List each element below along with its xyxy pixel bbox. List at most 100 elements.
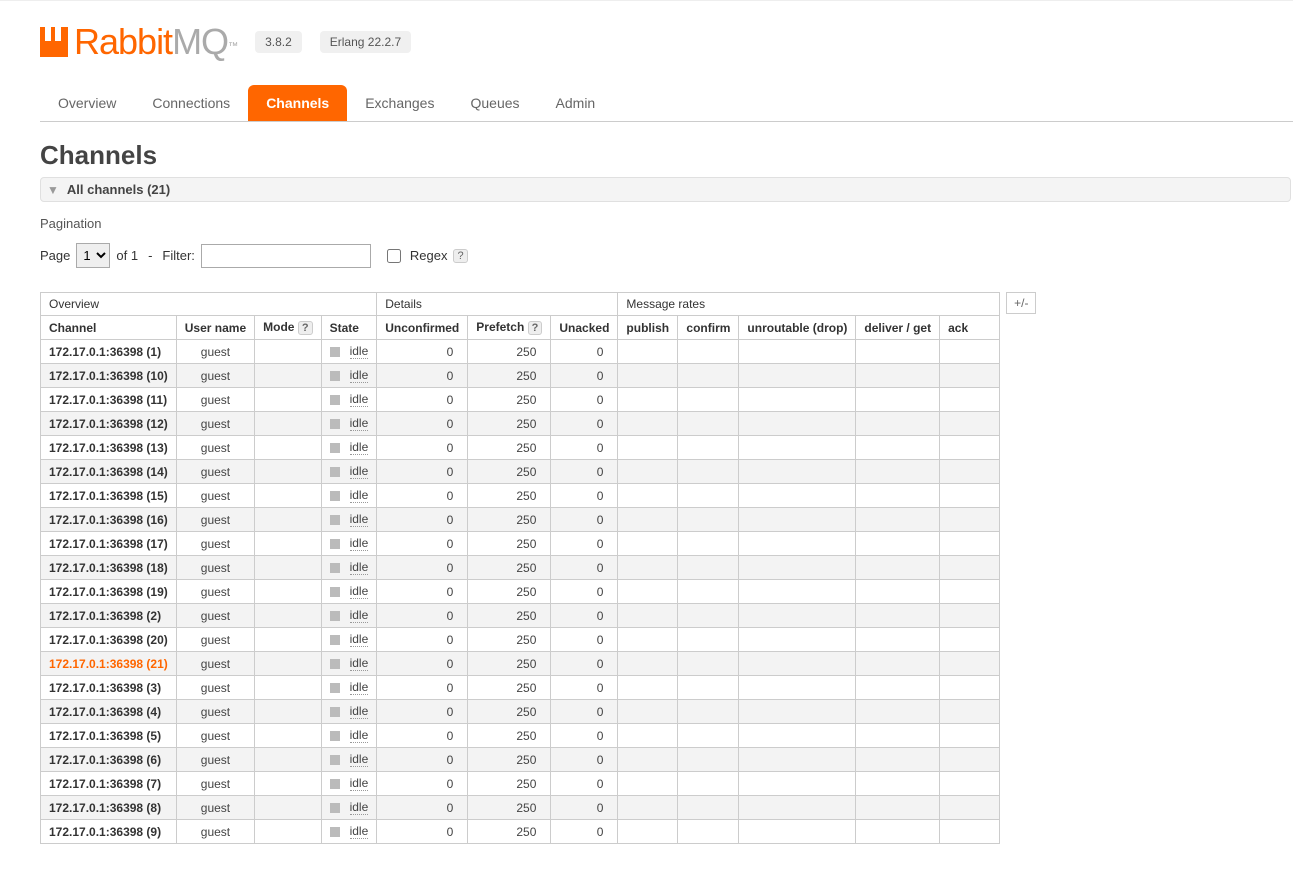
col-deliver-get[interactable]: deliver / get xyxy=(856,316,940,340)
cell-ack xyxy=(940,676,1000,700)
col-mode[interactable]: Mode ? xyxy=(255,316,321,340)
cell-mode xyxy=(255,436,321,460)
cell-unconfirmed: 0 xyxy=(377,460,468,484)
cell-unconfirmed: 0 xyxy=(377,388,468,412)
section-toggle-all-channels[interactable]: ▼ All channels (21) xyxy=(40,177,1291,202)
channel-link[interactable]: 172.17.0.1:36398 (18) xyxy=(49,561,168,575)
channel-link[interactable]: 172.17.0.1:36398 (1) xyxy=(49,345,161,359)
state-text: idle xyxy=(350,488,369,503)
cell-ack xyxy=(940,532,1000,556)
channel-link[interactable]: 172.17.0.1:36398 (17) xyxy=(49,537,168,551)
state-text: idle xyxy=(350,464,369,479)
channel-link[interactable]: 172.17.0.1:36398 (15) xyxy=(49,489,168,503)
channel-link[interactable]: 172.17.0.1:36398 (16) xyxy=(49,513,168,527)
tab-admin[interactable]: Admin xyxy=(538,85,614,121)
cell-deliver xyxy=(856,556,940,580)
logo[interactable]: RabbitMQ™ xyxy=(40,21,237,63)
cell-unacked: 0 xyxy=(551,724,618,748)
channel-link[interactable]: 172.17.0.1:36398 (8) xyxy=(49,801,161,815)
cell-publish xyxy=(618,532,678,556)
tab-exchanges[interactable]: Exchanges xyxy=(347,85,452,121)
cell-unacked: 0 xyxy=(551,796,618,820)
col-channel[interactable]: Channel xyxy=(41,316,177,340)
cell-ack xyxy=(940,748,1000,772)
tab-queues[interactable]: Queues xyxy=(452,85,537,121)
channel-link[interactable]: 172.17.0.1:36398 (9) xyxy=(49,825,161,839)
channel-link[interactable]: 172.17.0.1:36398 (3) xyxy=(49,681,161,695)
cell-publish xyxy=(618,340,678,364)
cell-unroutable xyxy=(739,676,856,700)
channel-link[interactable]: 172.17.0.1:36398 (12) xyxy=(49,417,168,431)
cell-publish xyxy=(618,748,678,772)
cell-ack xyxy=(940,460,1000,484)
col-state[interactable]: State xyxy=(321,316,377,340)
channel-link[interactable]: 172.17.0.1:36398 (5) xyxy=(49,729,161,743)
columns-toggle[interactable]: +/- xyxy=(1006,292,1036,314)
state-text: idle xyxy=(350,440,369,455)
page-select[interactable]: 1 xyxy=(76,243,110,268)
cell-publish xyxy=(618,724,678,748)
tab-connections[interactable]: Connections xyxy=(134,85,248,121)
col-publish[interactable]: publish xyxy=(618,316,678,340)
channel-link[interactable]: 172.17.0.1:36398 (20) xyxy=(49,633,168,647)
table-row: 172.17.0.1:36398 (16)guestidle02500 xyxy=(41,508,1000,532)
cell-unconfirmed: 0 xyxy=(377,628,468,652)
channel-link[interactable]: 172.17.0.1:36398 (6) xyxy=(49,753,161,767)
channel-link[interactable]: 172.17.0.1:36398 (14) xyxy=(49,465,168,479)
cell-unroutable xyxy=(739,700,856,724)
channel-link[interactable]: 172.17.0.1:36398 (7) xyxy=(49,777,161,791)
regex-help[interactable]: ? xyxy=(453,249,467,263)
cell-unroutable xyxy=(739,748,856,772)
table-row: 172.17.0.1:36398 (13)guestidle02500 xyxy=(41,436,1000,460)
col-unroutable-drop-[interactable]: unroutable (drop) xyxy=(739,316,856,340)
cell-prefetch: 250 xyxy=(468,796,551,820)
cell-confirm xyxy=(678,628,739,652)
channel-link[interactable]: 172.17.0.1:36398 (2) xyxy=(49,609,161,623)
cell-publish xyxy=(618,604,678,628)
cell-publish xyxy=(618,460,678,484)
help-prefetch[interactable]: ? xyxy=(528,321,543,335)
tab-overview[interactable]: Overview xyxy=(40,85,134,121)
cell-confirm xyxy=(678,796,739,820)
cell-publish xyxy=(618,652,678,676)
cell-unconfirmed: 0 xyxy=(377,484,468,508)
channel-link[interactable]: 172.17.0.1:36398 (10) xyxy=(49,369,168,383)
help-mode[interactable]: ? xyxy=(298,321,313,335)
col-unconfirmed[interactable]: Unconfirmed xyxy=(377,316,468,340)
tab-channels[interactable]: Channels xyxy=(248,85,347,121)
cell-confirm xyxy=(678,340,739,364)
cell-unroutable xyxy=(739,556,856,580)
cell-ack xyxy=(940,484,1000,508)
channel-link[interactable]: 172.17.0.1:36398 (11) xyxy=(49,393,167,407)
channel-link[interactable]: 172.17.0.1:36398 (4) xyxy=(49,705,161,719)
cell-unconfirmed: 0 xyxy=(377,532,468,556)
cell-ack xyxy=(940,580,1000,604)
channel-link[interactable]: 172.17.0.1:36398 (13) xyxy=(49,441,168,455)
cell-unacked: 0 xyxy=(551,436,618,460)
cell-prefetch: 250 xyxy=(468,748,551,772)
cell-unconfirmed: 0 xyxy=(377,724,468,748)
cell-unacked: 0 xyxy=(551,388,618,412)
state-dot-icon xyxy=(330,707,340,717)
col-user-name[interactable]: User name xyxy=(176,316,254,340)
cell-unroutable xyxy=(739,340,856,364)
state-text: idle xyxy=(350,680,369,695)
state-text: idle xyxy=(350,824,369,839)
filter-input[interactable] xyxy=(201,244,371,268)
colgroup-message-rates: Message rates xyxy=(618,293,1000,316)
state-text: idle xyxy=(350,608,369,623)
col-confirm[interactable]: confirm xyxy=(678,316,739,340)
regex-checkbox[interactable] xyxy=(387,249,401,263)
logo-icon xyxy=(40,27,68,57)
col-unacked[interactable]: Unacked xyxy=(551,316,618,340)
chevron-down-icon: ▼ xyxy=(47,183,59,197)
cell-deliver xyxy=(856,436,940,460)
channel-link[interactable]: 172.17.0.1:36398 (19) xyxy=(49,585,168,599)
table-row: 172.17.0.1:36398 (17)guestidle02500 xyxy=(41,532,1000,556)
col-ack[interactable]: ack xyxy=(940,316,1000,340)
channel-link[interactable]: 172.17.0.1:36398 (21) xyxy=(49,657,168,671)
cell-ack xyxy=(940,364,1000,388)
cell-deliver xyxy=(856,676,940,700)
cell-ack xyxy=(940,508,1000,532)
col-prefetch[interactable]: Prefetch ? xyxy=(468,316,551,340)
